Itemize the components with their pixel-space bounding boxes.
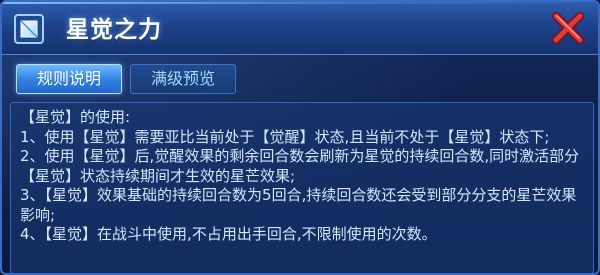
- rules-heading: 【星觉】的使用:: [20, 108, 131, 126]
- rules-content: 【星觉】的使用: 1、使用【星觉】需要亚比当前处于【觉醒】状态,且当前不处于【星…: [10, 102, 594, 273]
- window-title: 星觉之力: [66, 17, 162, 43]
- dialog-panel: 星觉之力 规则说明 满级预览 【星觉】的使用: 1、使用【星觉】需要亚比当前处于…: [0, 0, 600, 275]
- tab-rules[interactable]: 规则说明: [16, 64, 122, 94]
- rule-item-1: 1、使用【星觉】需要亚比当前处于【觉醒】状态,且当前不处于【星觉】状态下;: [20, 127, 550, 146]
- title-bar: 星觉之力: [2, 2, 598, 55]
- rule-item-2: 2、使用【星觉】后,觉醒效果的剩余回合数会刷新为星觉的持续回合数,同时激活部分【…: [20, 147, 580, 185]
- tab-max-level-preview[interactable]: 满级预览: [130, 64, 236, 94]
- rule-item-4: 4、【星觉】在战斗中使用,不占用出手回合,不限制使用的次数。: [20, 225, 437, 243]
- rule-item-3: 3、【星觉】效果基础的持续回合数为5回合,持续回合数还会受到部分分支的星芒效果影…: [20, 186, 577, 224]
- close-x-icon[interactable]: [548, 8, 588, 48]
- crystal-emblem-icon: [14, 14, 44, 44]
- tab-bar: 规则说明 满级预览: [16, 64, 236, 94]
